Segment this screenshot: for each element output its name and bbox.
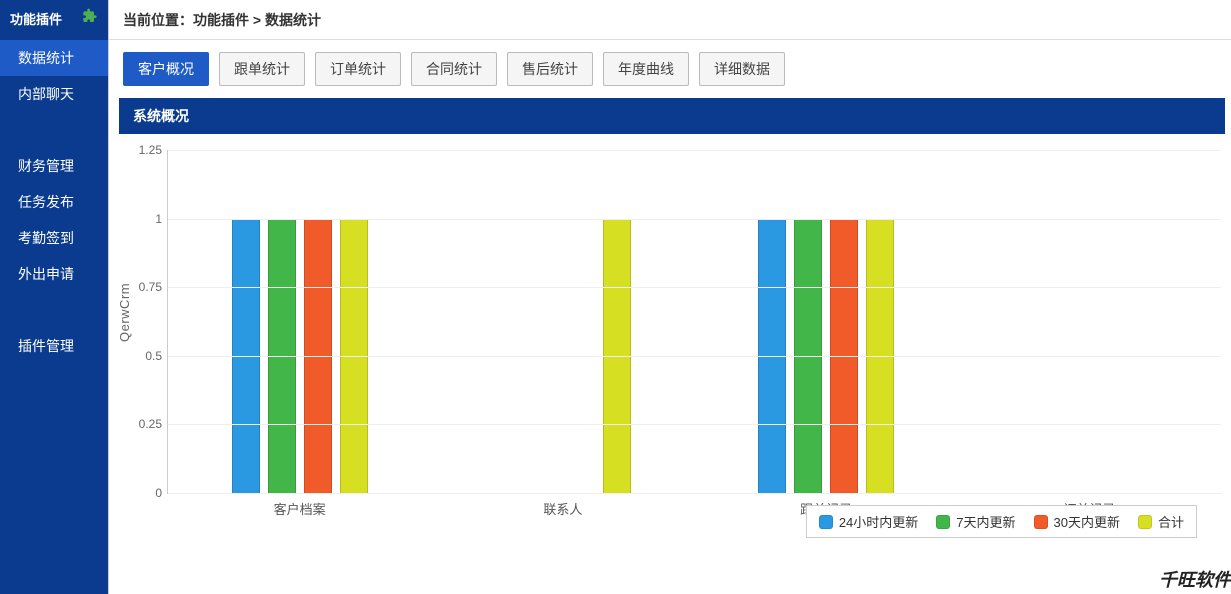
breadcrumb-path: 功能插件 > 数据统计 — [193, 12, 321, 28]
chart-gridline — [168, 150, 1221, 151]
legend-label: 7天内更新 — [956, 512, 1015, 531]
chart-ytick: 0.25 — [124, 417, 162, 431]
plugin-icon — [82, 0, 98, 40]
breadcrumb-prefix: 当前位置： — [123, 12, 193, 28]
legend-swatch — [1034, 515, 1048, 529]
legend-label: 24小时内更新 — [839, 512, 918, 531]
main: 当前位置：功能插件 > 数据统计 客户概况跟单统计订单统计合同统计售后统计年度曲… — [108, 0, 1231, 594]
tab-button[interactable]: 年度曲线 — [603, 52, 689, 86]
tab-button[interactable]: 售后统计 — [507, 52, 593, 86]
legend-item[interactable]: 合计 — [1138, 512, 1184, 531]
chart-legend: 24小时内更新 7天内更新 30天内更新 合计 — [806, 505, 1197, 538]
panel-title: 系统概况 — [119, 98, 1225, 134]
chart-category: 联系人 — [431, 150, 694, 493]
tab-button[interactable]: 合同统计 — [411, 52, 497, 86]
legend-item[interactable]: 7天内更新 — [936, 512, 1015, 531]
tab-button[interactable]: 详细数据 — [699, 52, 785, 86]
legend-swatch — [819, 515, 833, 529]
sidebar-header: 功能插件 — [0, 0, 108, 40]
chart-ytick: 0 — [124, 486, 162, 500]
chart-plot: 客户档案联系人跟单记录订单记录 00.250.50.7511.25 — [167, 150, 1221, 494]
tab-button[interactable]: 订单统计 — [315, 52, 401, 86]
legend-swatch — [1138, 515, 1152, 529]
chart: QerwCrm 客户档案联系人跟单记录订单记录 00.250.50.7511.2… — [119, 142, 1221, 542]
chart-ytick: 1 — [124, 212, 162, 226]
breadcrumb: 当前位置：功能插件 > 数据统计 — [109, 0, 1231, 40]
legend-item[interactable]: 24小时内更新 — [819, 512, 918, 531]
chart-ytick: 0.5 — [124, 349, 162, 363]
chart-category: 跟单记录 — [695, 150, 958, 493]
chart-gridline — [168, 287, 1221, 288]
chart-category-label: 联系人 — [431, 493, 694, 518]
chart-category: 客户档案 — [168, 150, 431, 493]
sidebar-item[interactable]: 内部聊天 — [0, 76, 108, 112]
chart-gridline — [168, 424, 1221, 425]
sidebar-item[interactable]: 财务管理 — [0, 148, 108, 184]
sidebar-item[interactable]: 外出申请 — [0, 256, 108, 292]
chart-ytick: 1.25 — [124, 143, 162, 157]
sidebar-item[interactable]: 考勤签到 — [0, 220, 108, 256]
tab-bar: 客户概况跟单统计订单统计合同统计售后统计年度曲线详细数据 — [109, 40, 1231, 98]
chart-ytick: 0.75 — [124, 280, 162, 294]
legend-item[interactable]: 30天内更新 — [1034, 512, 1120, 531]
chart-gridline — [168, 219, 1221, 220]
legend-label: 30天内更新 — [1054, 512, 1120, 531]
tab-button[interactable]: 跟单统计 — [219, 52, 305, 86]
chart-category: 订单记录 — [958, 150, 1221, 493]
sidebar-item[interactable]: 插件管理 — [0, 328, 108, 364]
sidebar-title: 功能插件 — [10, 0, 62, 40]
sidebar: 功能插件 数据统计内部聊天财务管理任务发布考勤签到外出申请插件管理 — [0, 0, 108, 594]
legend-swatch — [936, 515, 950, 529]
sidebar-item[interactable]: 数据统计 — [0, 40, 108, 76]
legend-label: 合计 — [1158, 512, 1184, 531]
chart-category-label: 客户档案 — [168, 493, 431, 518]
tab-button[interactable]: 客户概况 — [123, 52, 209, 86]
chart-gridline — [168, 493, 1221, 494]
chart-gridline — [168, 356, 1221, 357]
footer-brand: 千旺软件 — [1159, 566, 1231, 592]
sidebar-item[interactable]: 任务发布 — [0, 184, 108, 220]
